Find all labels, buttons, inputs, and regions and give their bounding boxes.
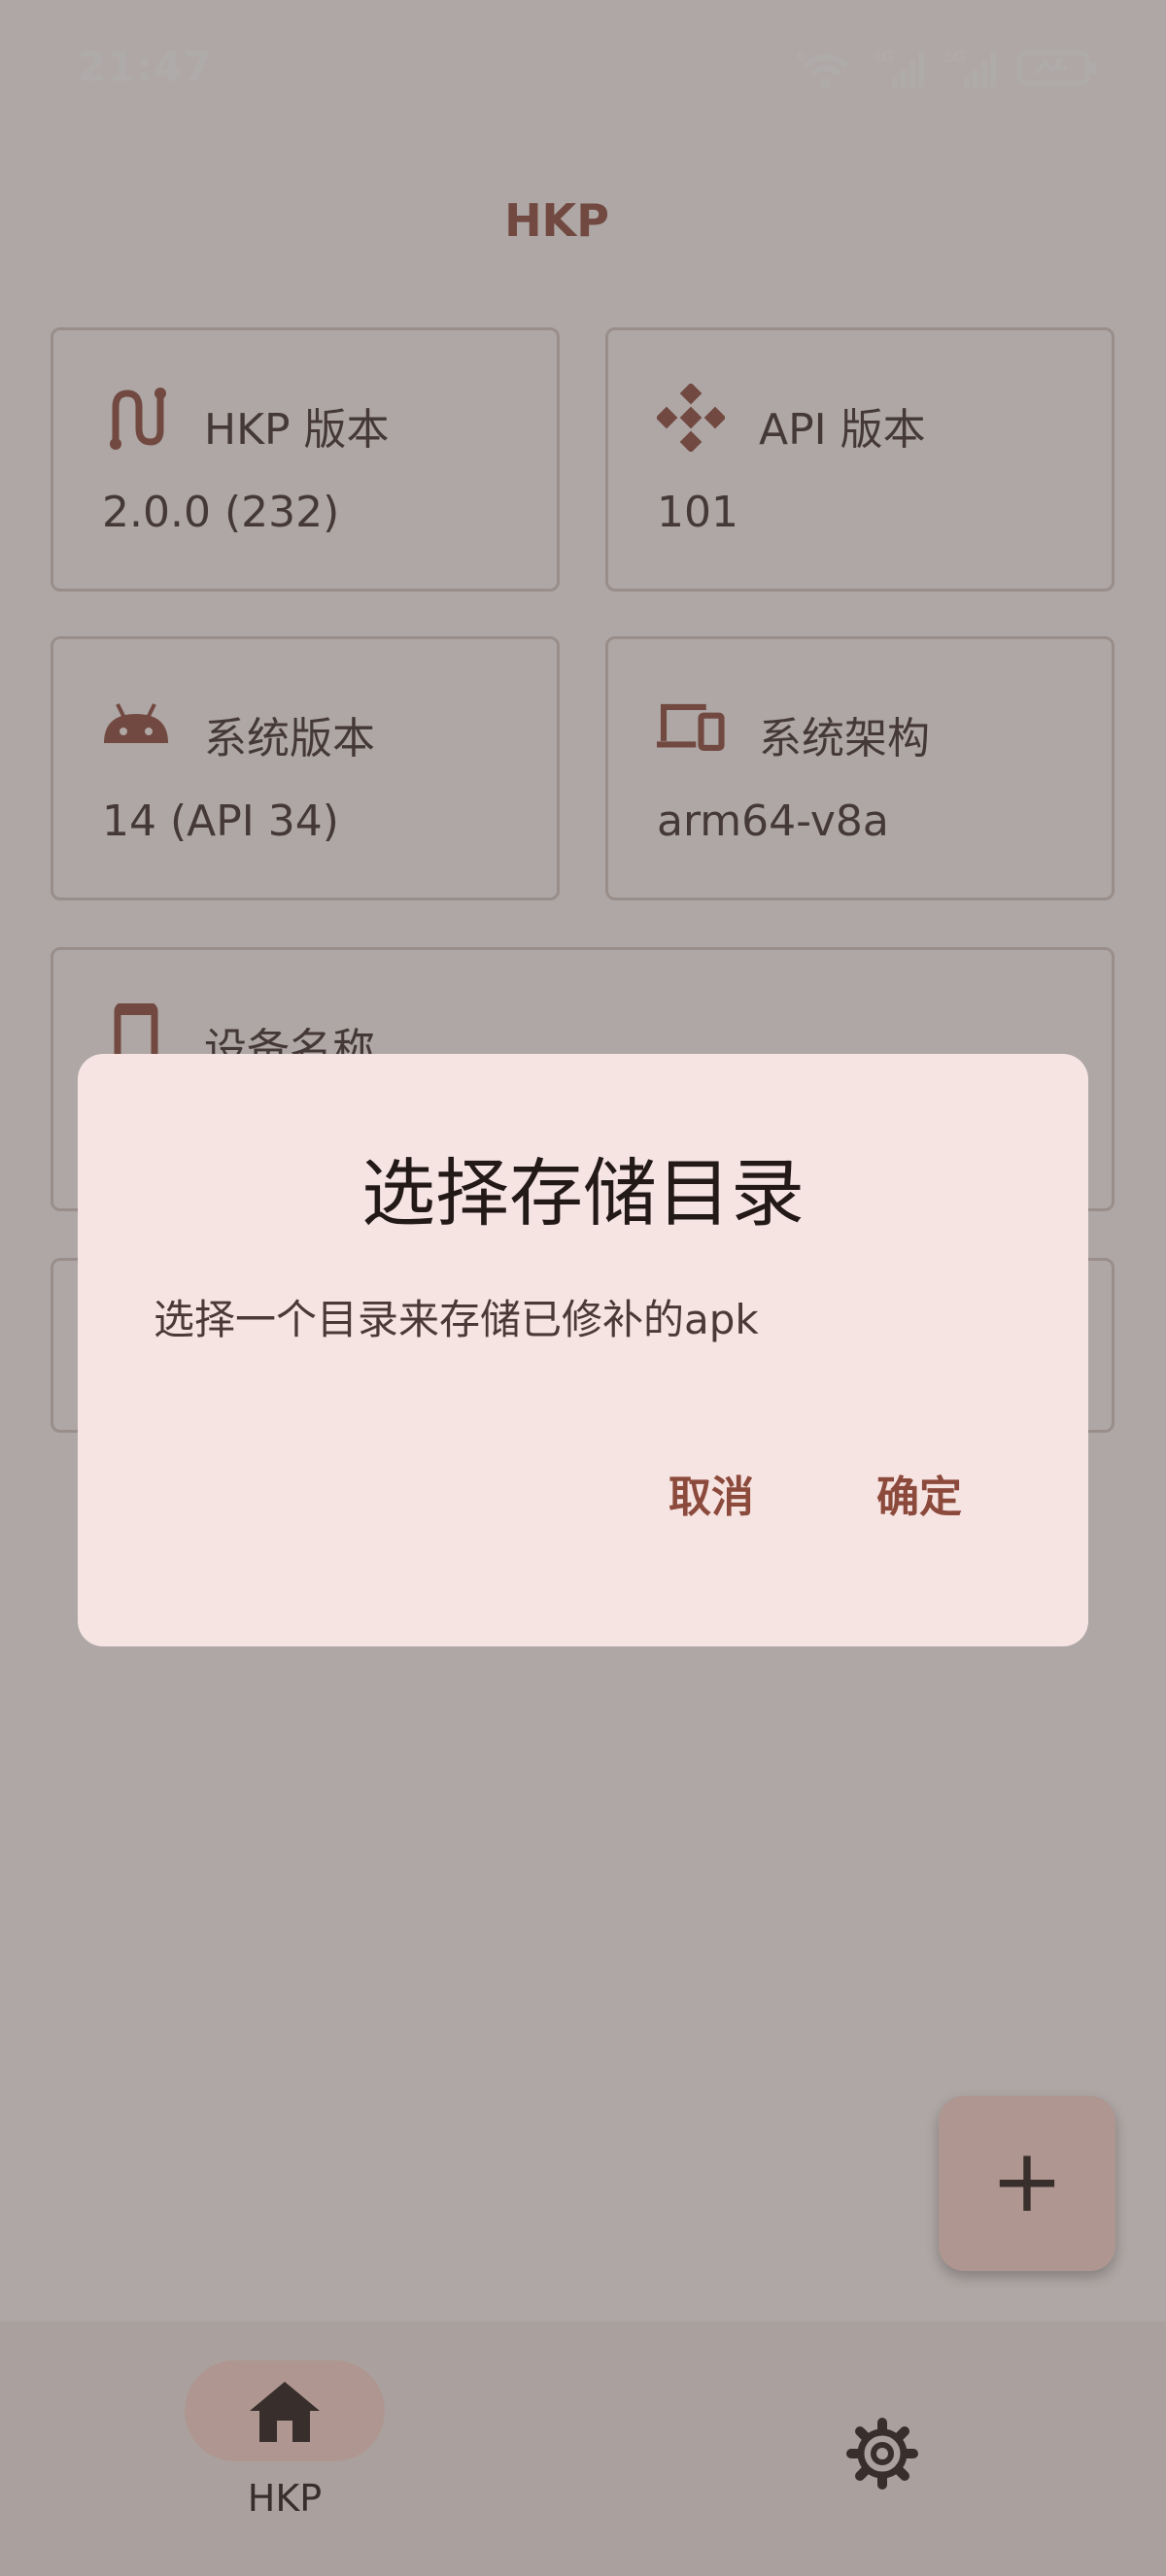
select-directory-dialog: 选择存储目录 选择一个目录来存储已修补的apk 取消 确定 [78, 1054, 1088, 1646]
confirm-button[interactable]: 确定 [876, 1462, 962, 1524]
dialog-message: 选择一个目录来存储已修补的apk [154, 1296, 759, 1343]
cancel-button[interactable]: 取消 [669, 1462, 754, 1524]
dialog-title: 选择存储目录 [361, 1150, 805, 1237]
